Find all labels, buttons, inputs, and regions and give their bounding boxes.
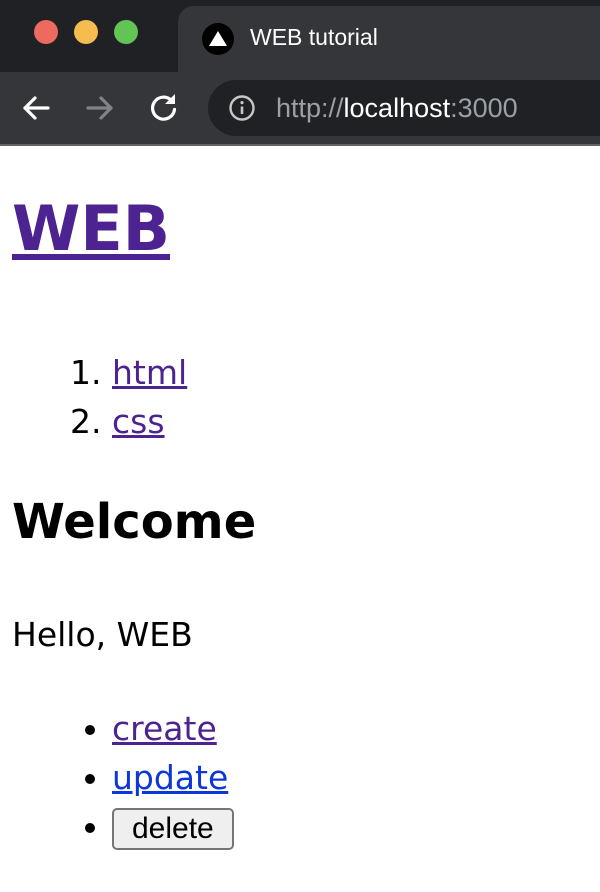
action-list: create update delete — [0, 704, 234, 851]
url-host: localhost — [343, 93, 451, 123]
action-item: delete — [112, 802, 234, 851]
tab-title: WEB tutorial — [250, 24, 378, 50]
action-item: update — [112, 753, 234, 802]
forward-arrow-icon[interactable] — [80, 88, 120, 128]
create-link[interactable]: create — [112, 709, 217, 748]
url-port: :3000 — [450, 93, 518, 123]
topic-list: html css — [0, 348, 187, 446]
tab-strip: WEB tutorial — [0, 0, 600, 72]
reload-icon[interactable] — [144, 88, 184, 128]
back-arrow-icon[interactable] — [16, 88, 56, 128]
update-link[interactable]: update — [112, 758, 228, 797]
page-content: WEB html css Welcome Hello, WEB create u… — [0, 146, 600, 892]
close-window-button[interactable] — [34, 20, 58, 44]
site-title: WEB — [12, 198, 170, 260]
url-text[interactable]: http://localhost:3000 — [276, 93, 518, 124]
url-scheme: http:// — [276, 93, 344, 123]
maximize-window-button[interactable] — [114, 20, 138, 44]
minimize-window-button[interactable] — [74, 20, 98, 44]
topic-item: css — [112, 397, 187, 446]
delete-button[interactable]: delete — [112, 807, 234, 850]
browser-chrome: WEB tutorial http://localhost:3000 — [0, 0, 600, 146]
triangle-logo-icon — [202, 23, 234, 55]
info-icon[interactable] — [228, 94, 256, 122]
address-bar[interactable]: http://localhost:3000 — [208, 80, 600, 136]
article-body: Hello, WEB — [12, 615, 193, 654]
action-item: create — [112, 704, 234, 753]
browser-toolbar: http://localhost:3000 — [0, 72, 600, 144]
article-title: Welcome — [12, 494, 257, 550]
topic-item: html — [112, 348, 187, 397]
topic-link-css[interactable]: css — [112, 402, 165, 441]
site-title-link[interactable]: WEB — [12, 192, 170, 265]
topic-link-html[interactable]: html — [112, 353, 187, 392]
browser-tab[interactable]: WEB tutorial — [178, 6, 600, 72]
